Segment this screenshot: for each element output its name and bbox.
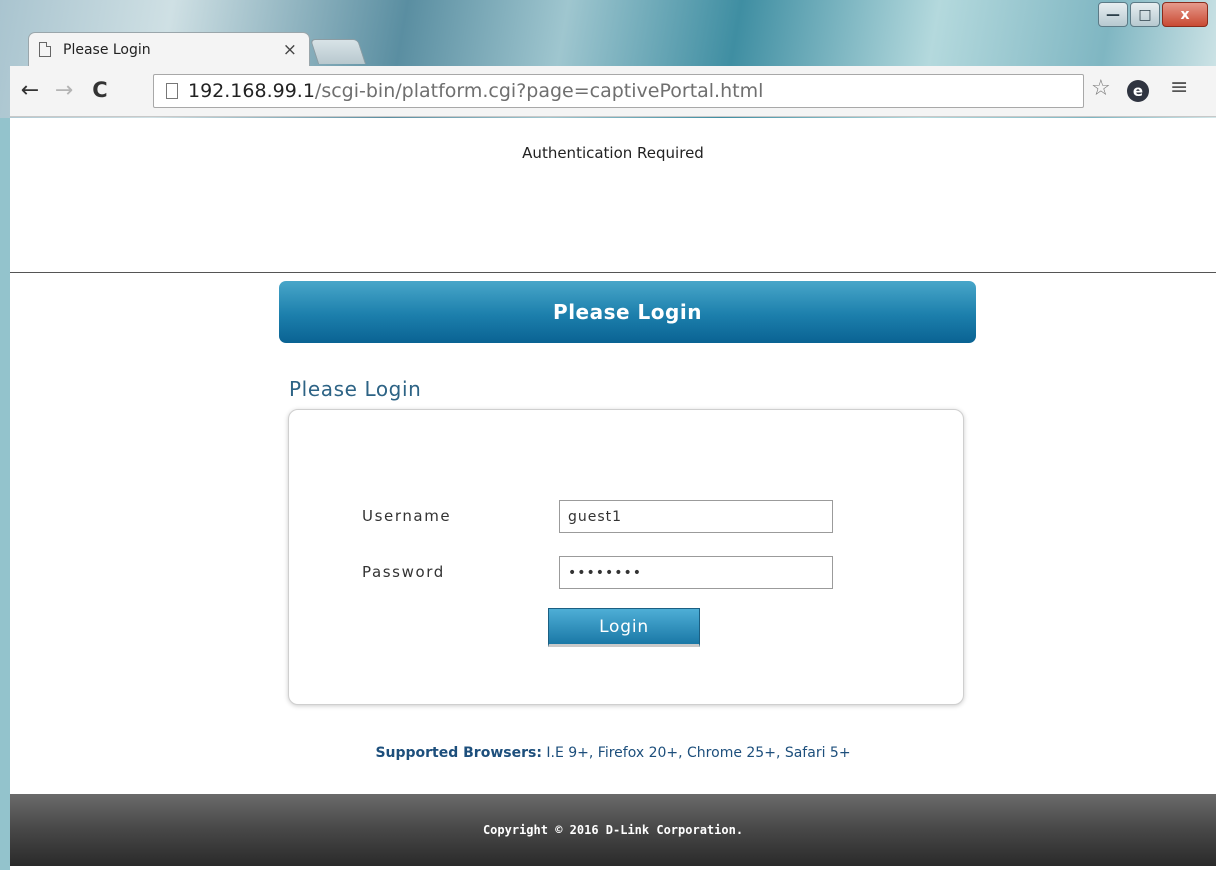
browser-chrome: — □ x Please Login × ← → C 192.168.99.1/… [0,0,1216,118]
address-bar[interactable]: 192.168.99.1/scgi-bin/platform.cgi?page=… [153,74,1084,108]
browser-tab[interactable]: Please Login × [28,32,310,66]
url-host: 192.168.99.1 [188,80,315,102]
login-form: Username Password Login [288,409,964,705]
forward-arrow-icon[interactable]: → [50,74,78,106]
banner-title: Please Login [553,300,702,324]
supported-browsers: Supported Browsers: I.E 9+, Firefox 20+,… [10,745,1216,761]
star-icon[interactable]: ☆ [1091,76,1111,101]
supported-list: I.E 9+, Firefox 20+, Chrome 25+, Safari … [541,745,851,761]
hamburger-menu-icon[interactable]: ≡ [1170,75,1188,100]
tab-title: Please Login [63,41,151,58]
url-path: /scgi-bin/platform.cgi?page=captivePorta… [314,80,764,102]
maximize-button[interactable]: □ [1130,2,1160,27]
url-text: 192.168.99.1/scgi-bin/platform.cgi?page=… [188,80,763,102]
minimize-button[interactable]: — [1098,2,1128,27]
section-title: Please Login [289,377,422,401]
new-tab-button[interactable] [309,39,367,64]
username-label: Username [362,507,452,525]
page-icon [39,42,51,57]
supported-label: Supported Browsers: [375,745,542,761]
password-input[interactable] [559,556,833,589]
copyright-text: Copyright © 2016 D-Link Corporation. [482,823,744,837]
tab-close-icon[interactable]: × [283,40,297,60]
reload-icon[interactable]: C [86,74,114,106]
login-button[interactable]: Login [548,608,700,647]
browser-toolbar: ← → C 192.168.99.1/scgi-bin/platform.cgi… [10,66,1216,117]
window-left-frame [0,118,10,870]
auth-required-text: Authentication Required [522,144,704,162]
footer: Copyright © 2016 D-Link Corporation. [10,794,1216,866]
back-arrow-icon[interactable]: ← [16,74,44,106]
page-content: Authentication Required Please Login Ple… [10,118,1216,870]
divider [10,272,1216,273]
page-icon [166,83,178,99]
password-label: Password [362,563,445,581]
window-controls: — □ x [1098,2,1208,30]
login-banner: Please Login [279,281,976,343]
extension-icon[interactable]: e [1127,80,1149,102]
close-window-button[interactable]: x [1162,2,1208,27]
username-input[interactable] [559,500,833,533]
